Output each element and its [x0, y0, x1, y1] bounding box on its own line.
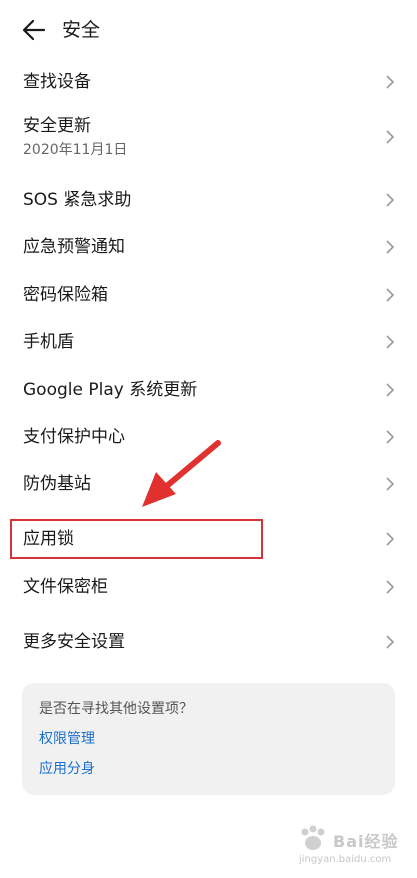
link-permission-management[interactable]: 权限管理: [39, 729, 95, 749]
row-password-vault[interactable]: 密码保险箱: [0, 271, 417, 319]
row-phone-shield[interactable]: 手机盾: [0, 318, 417, 366]
watermark-url: jingyan.baidu.com: [299, 854, 392, 865]
row-label: 更多安全设置: [23, 632, 125, 652]
chevron-right-icon: [386, 580, 395, 594]
chevron-right-icon: [386, 193, 395, 207]
page-title: 安全: [62, 19, 101, 41]
row-sos[interactable]: SOS 紧急求助: [0, 176, 417, 224]
suggestion-card: 是否在寻找其他设置项？ 权限管理 应用分身: [22, 683, 395, 795]
chevron-right-icon: [386, 335, 395, 349]
row-label: 安全更新: [23, 116, 91, 136]
chevron-right-icon: [386, 635, 395, 649]
chevron-right-icon: [386, 75, 395, 89]
row-label: 密码保险箱: [23, 285, 108, 305]
row-payment-protection[interactable]: 支付保护中心: [0, 413, 417, 461]
watermark-text: Bai经验: [333, 832, 399, 851]
suggestion-question: 是否在寻找其他设置项？: [39, 701, 193, 717]
highlight-box: [10, 519, 263, 559]
chevron-right-icon: [386, 532, 395, 546]
row-label: Google Play 系统更新: [23, 380, 198, 400]
top-bar: 安全: [0, 0, 417, 60]
row-label: 应急预警通知: [23, 237, 125, 257]
row-more-security[interactable]: 更多安全设置: [0, 618, 417, 666]
row-label: 防伪基站: [23, 474, 91, 494]
chevron-right-icon: [386, 477, 395, 491]
row-find-device[interactable]: 查找设备: [0, 58, 417, 106]
chevron-right-icon: [386, 240, 395, 254]
row-google-play-update[interactable]: Google Play 系统更新: [0, 366, 417, 414]
paw-logo-icon: [301, 825, 325, 850]
back-button[interactable]: [18, 14, 50, 46]
watermark: Bai经验 jingyan.baidu.com: [293, 824, 411, 872]
row-label: 查找设备: [23, 72, 91, 92]
row-security-update[interactable]: 安全更新 2020年11月1日: [0, 108, 417, 170]
chevron-right-icon: [386, 430, 395, 444]
row-label: 支付保护中心: [23, 427, 125, 447]
arrow-left-icon: [22, 19, 46, 41]
row-label: 手机盾: [23, 332, 74, 352]
row-label: SOS 紧急求助: [23, 190, 132, 210]
row-emergency-alert[interactable]: 应急预警通知: [0, 223, 417, 271]
chevron-right-icon: [386, 288, 395, 302]
row-file-safe[interactable]: 文件保密柜: [0, 563, 417, 611]
chevron-right-icon: [386, 130, 395, 144]
row-subtitle: 2020年11月1日: [23, 142, 128, 158]
chevron-right-icon: [386, 383, 395, 397]
link-app-twin[interactable]: 应用分身: [39, 759, 95, 779]
row-label: 文件保密柜: [23, 577, 108, 597]
row-fake-base-station[interactable]: 防伪基站: [0, 460, 417, 508]
